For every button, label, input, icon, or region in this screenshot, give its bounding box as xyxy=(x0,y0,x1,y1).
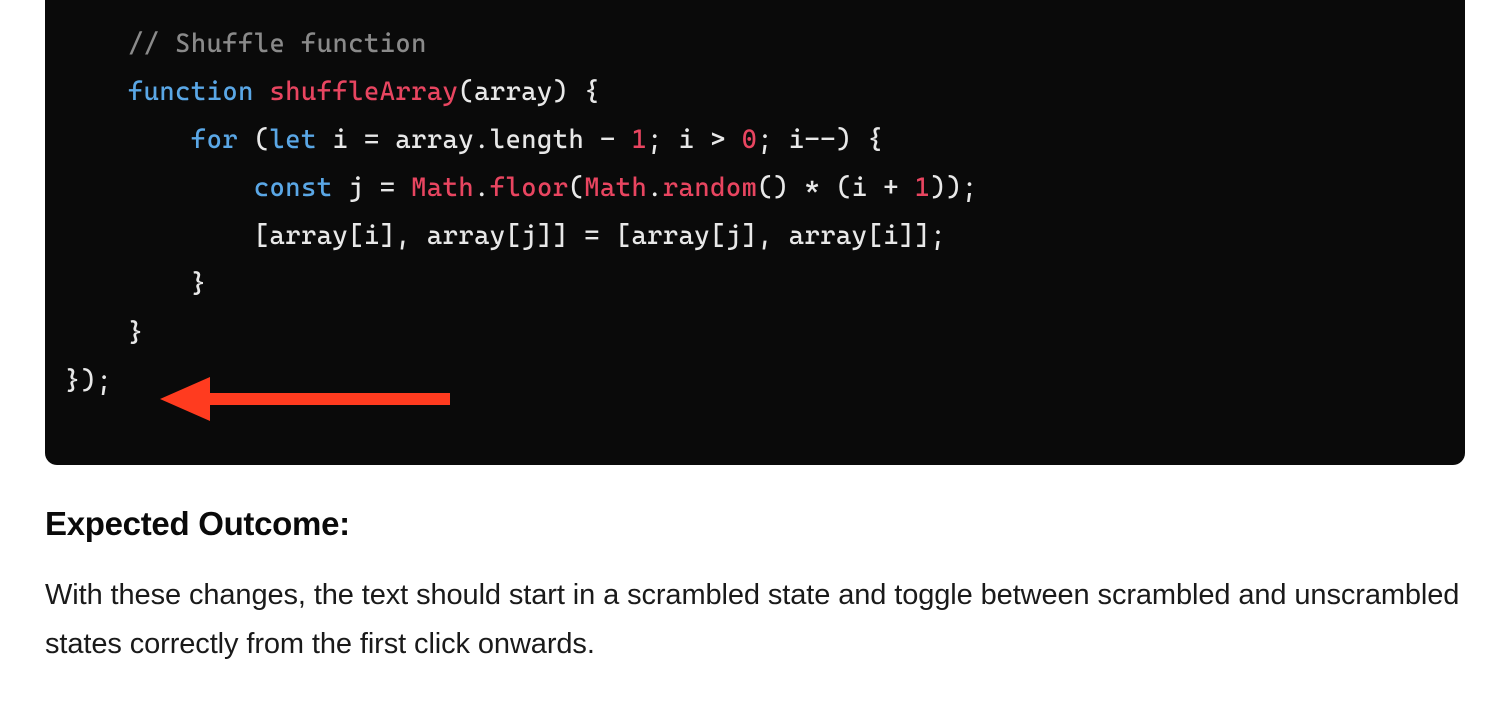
code-keyword-function: function xyxy=(128,77,254,107)
code-keyword-for: for xyxy=(191,125,238,155)
code-content: // Shuffle function function shuffleArra… xyxy=(65,20,1445,405)
code-number: 1 xyxy=(915,173,931,203)
code-text: ( xyxy=(569,173,585,203)
code-text: [array[i], array[j]] = [array[j], array[… xyxy=(254,221,946,251)
code-brace: } xyxy=(191,269,207,299)
code-text: . xyxy=(647,173,663,203)
expected-outcome-paragraph: With these changes, the text should star… xyxy=(45,571,1465,670)
code-text: (array) { xyxy=(458,77,600,107)
code-number: 1 xyxy=(631,125,647,155)
code-builtin-random: random xyxy=(663,173,757,203)
code-text: j = xyxy=(332,173,411,203)
code-builtin-floor: floor xyxy=(490,173,569,203)
code-text: i = array.length - xyxy=(317,125,632,155)
code-builtin-math: Math xyxy=(411,173,474,203)
code-function-name: shuffleArray xyxy=(270,77,459,107)
code-builtin-math: Math xyxy=(584,173,647,203)
code-comment: // Shuffle function xyxy=(128,29,427,59)
expected-outcome-heading: Expected Outcome: xyxy=(45,505,1465,543)
code-text: ( xyxy=(238,125,269,155)
code-block: // Shuffle function function shuffleArra… xyxy=(45,0,1465,465)
code-keyword-let: let xyxy=(270,125,317,155)
code-keyword-const: const xyxy=(254,173,333,203)
code-number: 0 xyxy=(742,125,758,155)
code-text: )); xyxy=(930,173,977,203)
code-text: ; i--) { xyxy=(757,125,883,155)
code-brace: }); xyxy=(65,366,112,396)
content-container: // Shuffle function function shuffleArra… xyxy=(0,0,1510,669)
code-brace: } xyxy=(128,318,144,348)
code-text: . xyxy=(474,173,490,203)
code-text: () * (i + xyxy=(757,173,914,203)
code-text: ; i > xyxy=(647,125,741,155)
